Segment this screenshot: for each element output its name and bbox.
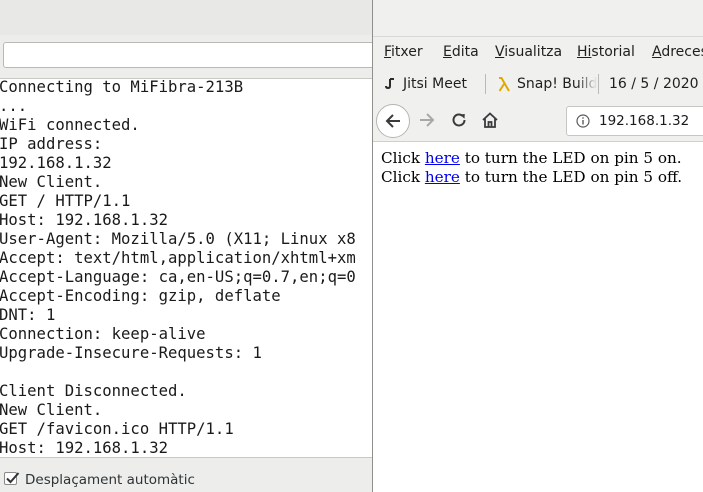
serial-output-line: Upgrade-Insecure-Requests: 1 — [0, 344, 262, 362]
serial-output-line: 192.168.1.32 — [0, 154, 112, 172]
bookmarks-toolbar: Jitsi Meet Snap! Build 16 / 5 / 2020 - — [373, 67, 703, 102]
led-on-link[interactable]: here — [425, 149, 460, 167]
autoscroll-label: Desplaçament automàtic — [25, 472, 195, 488]
back-arrow-icon — [385, 114, 400, 128]
back-button[interactable] — [376, 104, 410, 138]
check-icon — [6, 472, 20, 484]
serial-output-line: IP address: — [0, 135, 103, 153]
url-bar[interactable]: 192.168.1.32 — [566, 106, 703, 136]
serial-output-line: New Client. — [0, 173, 103, 191]
led-off-text-before: Click — [381, 168, 425, 186]
serial-output[interactable]: Connecting to MiFibra-213B... WiFi connec… — [0, 78, 372, 456]
page-content: Click here to turn the LED on pin 5 on. … — [373, 142, 703, 492]
serial-output-line: Connection: keep-alive — [0, 325, 206, 343]
serial-output-line: Accept-Language: ca,en-US;q=0.7,en;q=0 — [0, 268, 356, 286]
browser-titlebar — [373, 0, 703, 37]
bookmark-date[interactable]: 16 / 5 / 2020 - — [609, 76, 703, 92]
serial-output-line: Client Disconnected. — [0, 382, 187, 400]
serial-output-line: DNT: 1 — [0, 306, 56, 324]
bookmark-separator — [485, 74, 486, 94]
led-off-text-after: to turn the LED on pin 5 off. — [459, 168, 683, 186]
menu-bookmarks[interactable]: Adreces — [652, 44, 703, 60]
menu-history[interactable]: Historial — [577, 44, 635, 60]
serial-output-line: Accept-Encoding: gzip, deflate — [0, 287, 281, 305]
bookmark-jitsi-label: Jitsi Meet — [403, 76, 467, 92]
serial-output-line: New Client. — [0, 401, 103, 419]
serial-output-line: User-Agent: Mozilla/5.0 (X11; Linux x8 — [0, 230, 356, 248]
serial-output-line: Accept: text/html,application/xhtml+xm — [0, 249, 356, 267]
serial-output-line: Host: 192.168.1.32 — [0, 439, 168, 456]
serial-monitor-window: Connecting to MiFibra-213B... WiFi connec… — [0, 0, 372, 492]
menu-edit[interactable]: Edita — [443, 44, 479, 60]
menu-view[interactable]: Visualitza — [495, 44, 562, 60]
led-off-link[interactable]: here — [425, 168, 460, 186]
jitsi-favicon-icon — [385, 78, 394, 90]
lambda-icon — [498, 77, 510, 92]
autoscroll-checkbox[interactable] — [4, 472, 20, 485]
led-on-text-after: to turn the LED on pin 5 on. — [459, 149, 682, 167]
serial-send-input[interactable] — [3, 42, 372, 68]
serial-output-line: Host: 192.168.1.32 — [0, 211, 168, 229]
serial-output-line: GET /favicon.ico HTTP/1.1 — [0, 420, 234, 438]
bookmark-fade — [577, 67, 597, 101]
reload-icon[interactable] — [450, 111, 468, 129]
serial-send-bar — [0, 35, 372, 79]
serial-output-line: GET / HTTP/1.1 — [0, 192, 131, 210]
serial-monitor-titlebar — [0, 0, 372, 36]
led-on-text-before: Click — [381, 149, 425, 167]
info-icon[interactable] — [576, 114, 590, 128]
serial-output-line: ... — [0, 97, 28, 115]
led-on-line: Click here to turn the LED on pin 5 on. — [381, 149, 682, 167]
navigation-toolbar: 192.168.1.32 — [373, 101, 703, 142]
forward-arrow-icon[interactable] — [418, 111, 436, 129]
url-text: 192.168.1.32 — [599, 113, 690, 129]
bookmark-separator — [598, 74, 599, 94]
serial-output-line: Connecting to MiFibra-213B — [0, 78, 244, 96]
serial-status-bar: Desplaçament automàtic — [0, 457, 372, 492]
serial-output-line: WiFi connected. — [0, 116, 140, 134]
menu-file[interactable]: Fitxer — [384, 44, 423, 60]
browser-window: Fitxer Edita Visualitza Historial Adrece… — [372, 0, 703, 492]
menu-bar: Fitxer Edita Visualitza Historial Adrece… — [373, 37, 703, 67]
led-off-line: Click here to turn the LED on pin 5 off. — [381, 168, 682, 186]
home-icon[interactable] — [481, 111, 499, 129]
